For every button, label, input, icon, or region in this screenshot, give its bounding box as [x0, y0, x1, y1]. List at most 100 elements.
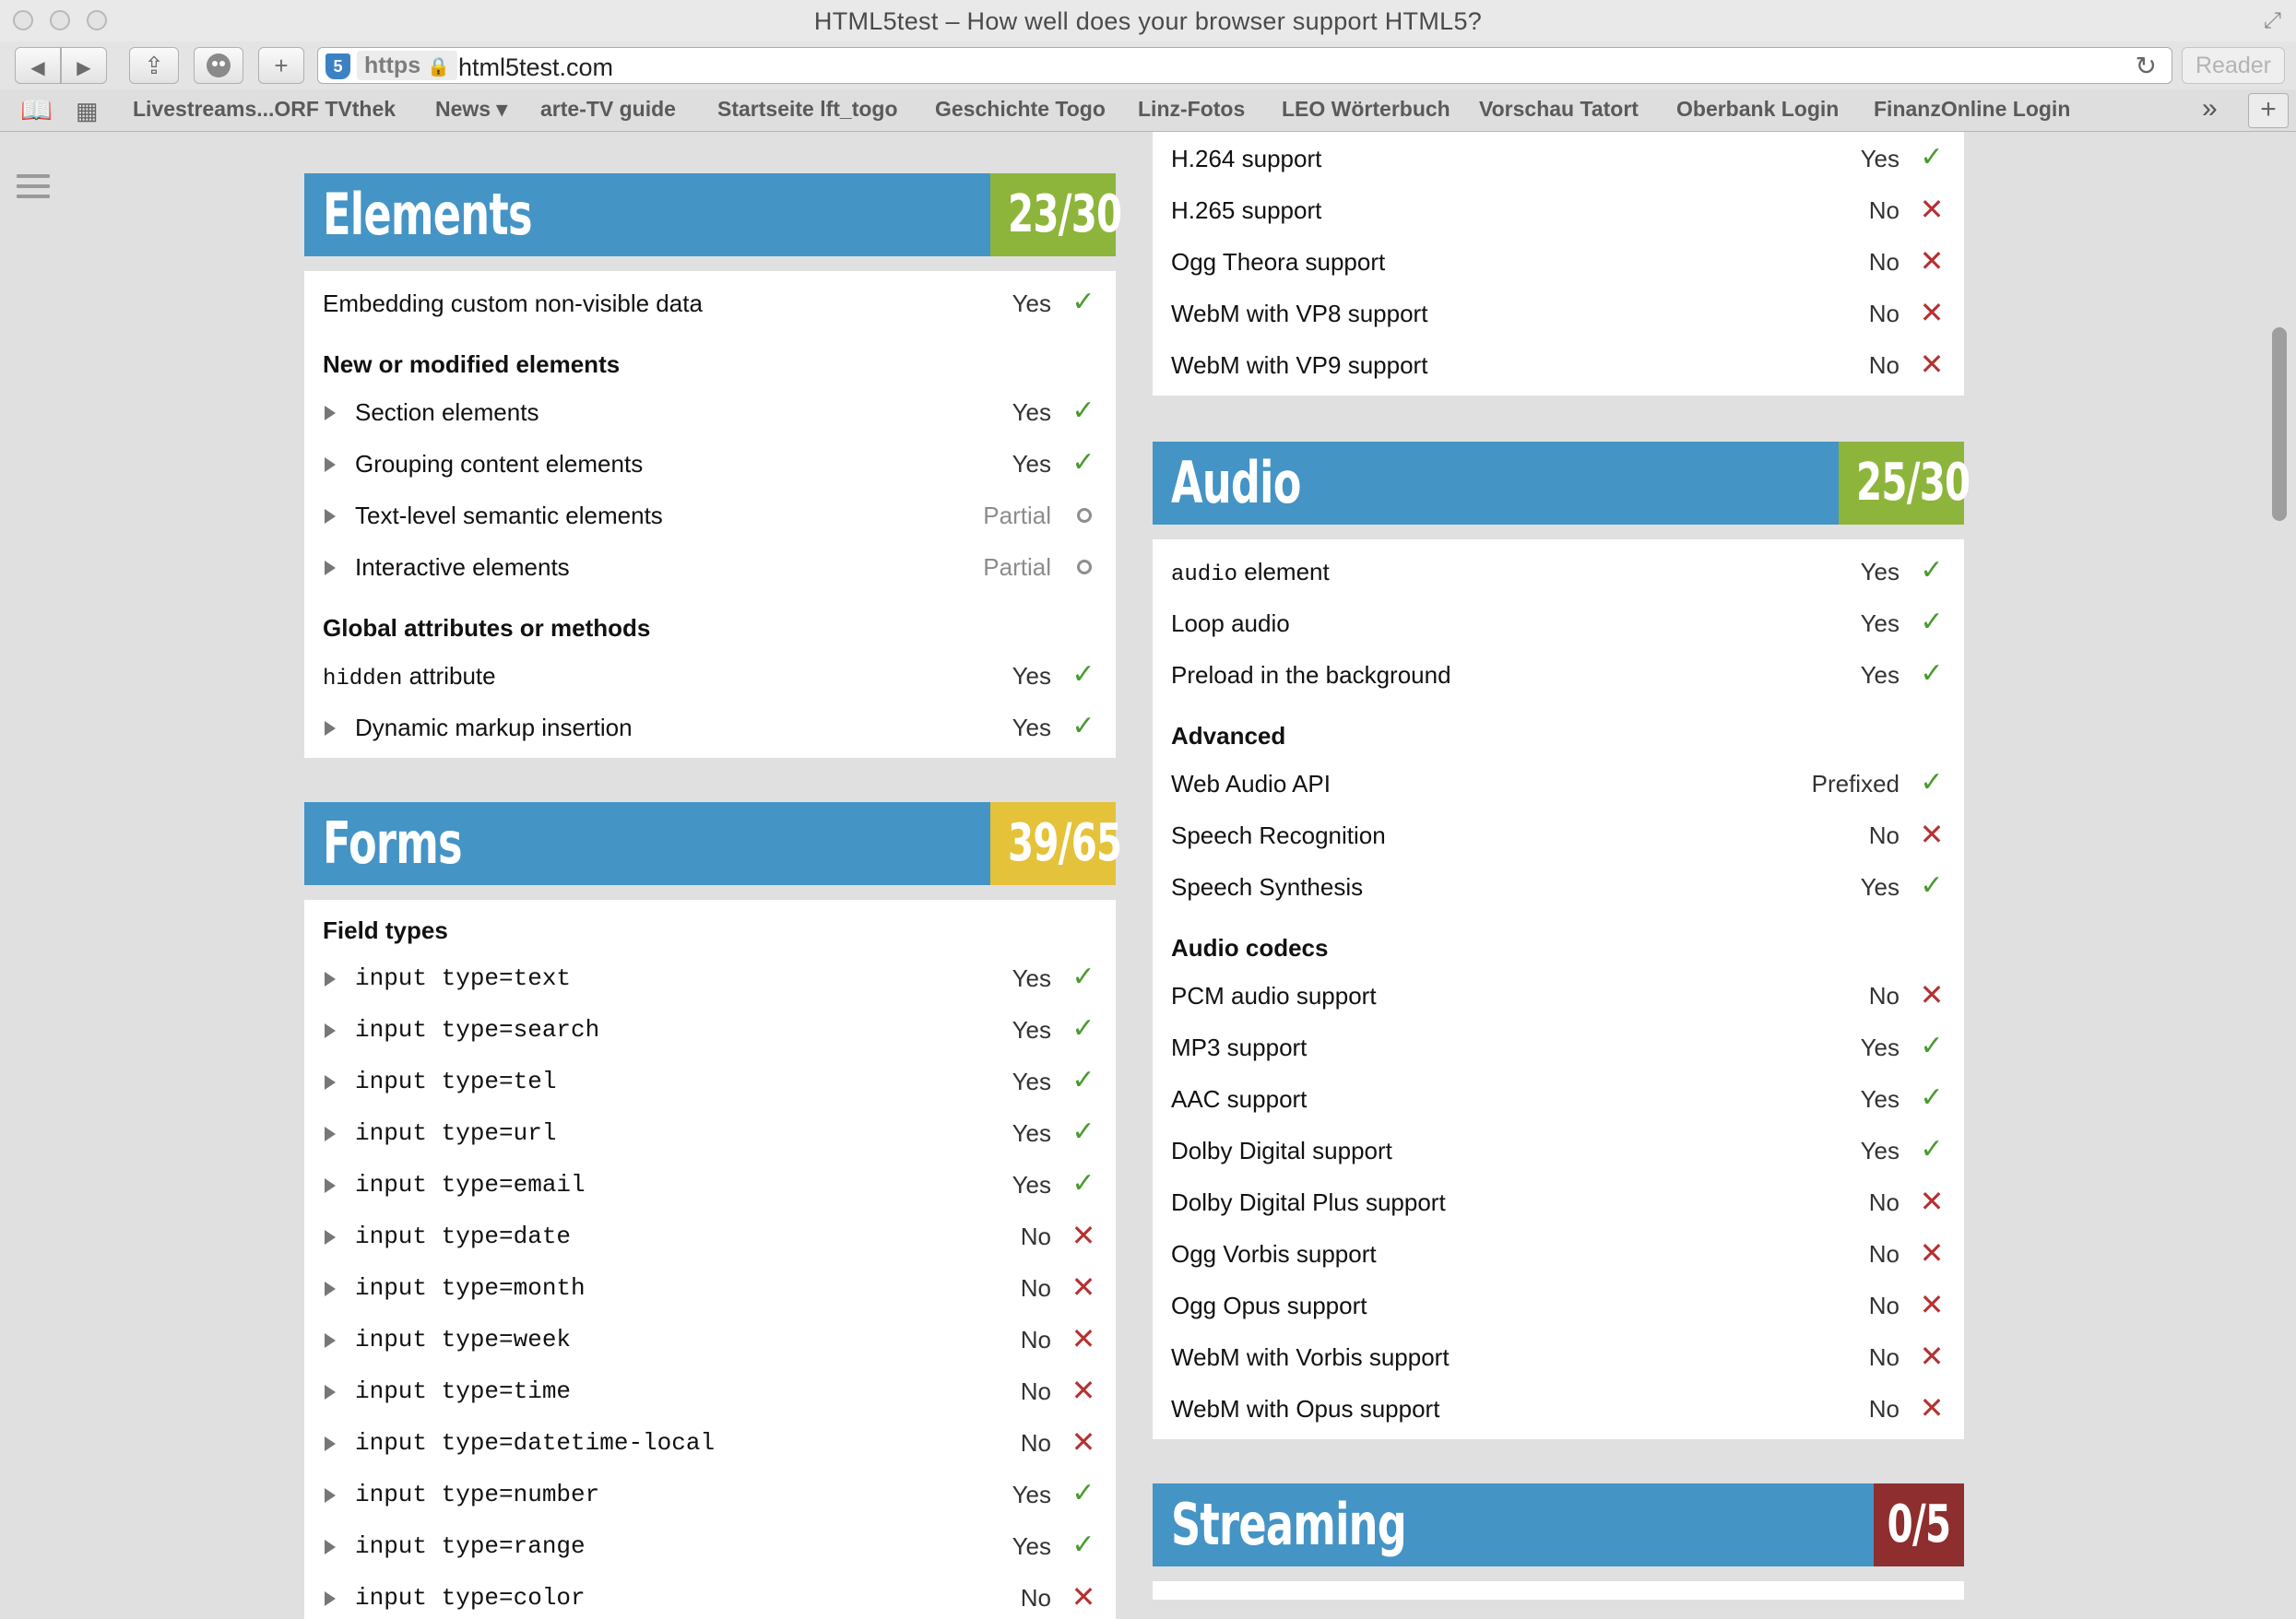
expand-arrow-icon [325, 1075, 336, 1090]
check-icon: ✓ [1071, 1478, 1095, 1508]
bookmark-link[interactable]: FinanzOnline Login [1874, 97, 2070, 122]
expand-arrow-icon [325, 1178, 336, 1193]
cross-icon: ✕ [1919, 1391, 1945, 1424]
top-sites-grid-icon[interactable]: ▦ [76, 97, 99, 125]
cross-icon: ✕ [1071, 1580, 1096, 1613]
expand-arrow-icon [325, 721, 336, 736]
cross-icon: ✕ [1919, 1236, 1945, 1270]
feature-row-expandable[interactable]: input type=time No ✕ [304, 1365, 1116, 1416]
bookmark-link[interactable]: Startseite lft_togo [717, 97, 898, 122]
expand-arrow-icon [325, 1127, 336, 1141]
cross-icon: ✕ [1919, 1185, 1945, 1218]
feature-row-expandable[interactable]: input type=range Yes ✓ [304, 1519, 1116, 1571]
feature-row-expandable[interactable]: input type=text Yes ✓ [304, 951, 1116, 1003]
feature-row-expandable[interactable]: input type=url Yes ✓ [304, 1106, 1116, 1158]
feature-row: AAC support Yes ✓ [1153, 1072, 1964, 1124]
partial-circle-icon [1070, 500, 1097, 529]
score-badge: 0/5 [1874, 1483, 1964, 1566]
section-header-streaming: Streaming 0/5 [1153, 1483, 1964, 1566]
expand-arrow-icon [325, 1385, 336, 1400]
html5-shield-icon: 5 [325, 53, 350, 79]
section-header-elements: Elements 23/30 [304, 173, 1122, 256]
feature-row-expandable[interactable]: Text-level semantic elements Partial [304, 489, 1116, 540]
partial-circle-icon [1070, 551, 1097, 581]
check-icon: ✓ [1071, 1530, 1095, 1560]
expand-arrow-icon [325, 1230, 336, 1245]
bookmark-link[interactable]: Vorschau Tatort [1479, 97, 1639, 122]
page-content: Elements 23/30 Embedding custom non-visi… [0, 132, 2296, 1619]
section-header-audio: Audio 25/30 [1153, 442, 1971, 525]
elements-card: Embedding custom non-visible data Yes ✓ Ne… [304, 271, 1116, 758]
feature-row-expandable[interactable]: Grouping content elements Yes ✓ [304, 437, 1116, 489]
reading-list-icon[interactable]: 📖 [20, 95, 53, 125]
feature-row-expandable[interactable]: Section elements Yes ✓ [304, 385, 1116, 437]
forward-arrow-icon: ▶ [77, 58, 91, 78]
cross-icon: ✕ [1071, 1425, 1096, 1459]
left-column: Elements 23/30 Embedding custom non-visi… [304, 173, 1122, 1619]
bookmark-link[interactable]: LEO Wörterbuch [1282, 97, 1450, 122]
feature-row-expandable[interactable]: input type=email Yes ✓ [304, 1158, 1116, 1210]
section-title: Streaming [1171, 1491, 1407, 1558]
reader-button[interactable]: Reader [2182, 47, 2285, 84]
back-arrow-icon: ◀ [30, 58, 45, 78]
feature-row: WebM with VP9 support No ✕ [1171, 348, 1945, 381]
check-icon: ✓ [1071, 1117, 1095, 1147]
back-button[interactable]: ◀ [15, 47, 61, 84]
share-button[interactable]: ⇪ [129, 47, 179, 84]
feature-row: Speech Recognition No ✕ [1171, 818, 1945, 851]
address-bar[interactable]: 5 https 🔒 html5test.com ↻ [317, 47, 2172, 84]
audio-card: audio element Yes ✓ Loop audio Yes ✓ Preload… [1153, 539, 1964, 1439]
feature-row-expandable[interactable]: input type=datetime-local No ✕ [304, 1416, 1116, 1468]
expand-arrow-icon [325, 1436, 336, 1451]
subheading: Advanced [1171, 722, 1286, 750]
bookmark-link[interactable]: arte-TV guide [540, 97, 676, 122]
feature-row: WebM with Vorbis support No ✕ [1171, 1340, 1945, 1373]
bookmark-link[interactable]: Livestreams...ORF TVthek [133, 97, 396, 122]
feature-row: Ogg Theora support No ✕ [1171, 244, 1945, 278]
forward-button[interactable]: ▶ [61, 47, 107, 84]
section-title: Elements [323, 181, 533, 248]
check-icon: ✓ [1071, 659, 1095, 690]
expand-arrow-icon [325, 457, 336, 472]
cross-icon: ✕ [1071, 1219, 1096, 1252]
feature-row: H.265 support No ✕ [1171, 193, 1945, 226]
bookmark-link[interactable]: Geschichte Togo [935, 97, 1106, 122]
feature-row-expandable[interactable]: input type=color No ✕ [304, 1571, 1116, 1619]
expand-arrow-icon [325, 972, 336, 987]
bookmark-link[interactable]: Oberbank Login [1676, 97, 1839, 122]
more-bookmarks-icon[interactable]: » [2202, 93, 2218, 124]
cross-icon: ✕ [1919, 348, 1945, 381]
bookmark-link[interactable]: Linz-Fotos [1138, 97, 1245, 122]
check-icon: ✓ [1920, 1082, 1944, 1113]
feature-row-expandable[interactable]: input type=week No ✕ [304, 1313, 1116, 1365]
bookmark-folder-news[interactable]: News ▾ [435, 97, 507, 122]
feature-row: Ogg Opus support No ✕ [1171, 1288, 1945, 1321]
feature-row: MP3 support Yes ✓ [1153, 1021, 1964, 1072]
feature-row-expandable[interactable]: input type=date No ✕ [304, 1210, 1116, 1261]
url-text: html5test.com [458, 53, 614, 81]
add-bookmark-button[interactable]: + [2248, 93, 2289, 128]
new-tab-button[interactable]: + [258, 47, 304, 84]
feature-row-expandable[interactable]: Dynamic markup insertion Yes ✓ [304, 701, 1116, 752]
feature-row-expandable[interactable]: input type=month No ✕ [304, 1261, 1116, 1313]
feature-row: H.264 support Yes ✓ [1153, 132, 1964, 183]
feature-row-expandable[interactable]: input type=search Yes ✓ [304, 1003, 1116, 1055]
cross-icon: ✕ [1919, 818, 1945, 851]
scrollbar-thumb[interactable] [2272, 327, 2287, 521]
reload-icon[interactable]: ↻ [2136, 51, 2157, 81]
feature-row: Web Audio API Prefixed ✓ [1153, 757, 1964, 809]
feature-row-expandable[interactable]: Interactive elements Partial [304, 540, 1116, 592]
fullscreen-icon[interactable]: ⤢ [2264, 8, 2281, 34]
check-icon: ✓ [1071, 711, 1095, 741]
check-icon: ✓ [1920, 555, 1944, 585]
menu-icon[interactable] [17, 174, 50, 205]
feature-row: Preload in the background Yes ✓ [1153, 648, 1964, 700]
feature-row-expandable[interactable]: input type=number Yes ✓ [304, 1468, 1116, 1519]
ghostery-icon [207, 53, 231, 77]
feature-row: Loop audio Yes ✓ [1153, 597, 1964, 648]
score-badge: 39/65 [990, 802, 1122, 885]
extension-button[interactable] [194, 47, 243, 84]
feature-row-expandable[interactable]: input type=tel Yes ✓ [304, 1055, 1116, 1106]
check-icon: ✓ [1920, 1134, 1944, 1164]
check-icon: ✓ [1920, 767, 1944, 798]
